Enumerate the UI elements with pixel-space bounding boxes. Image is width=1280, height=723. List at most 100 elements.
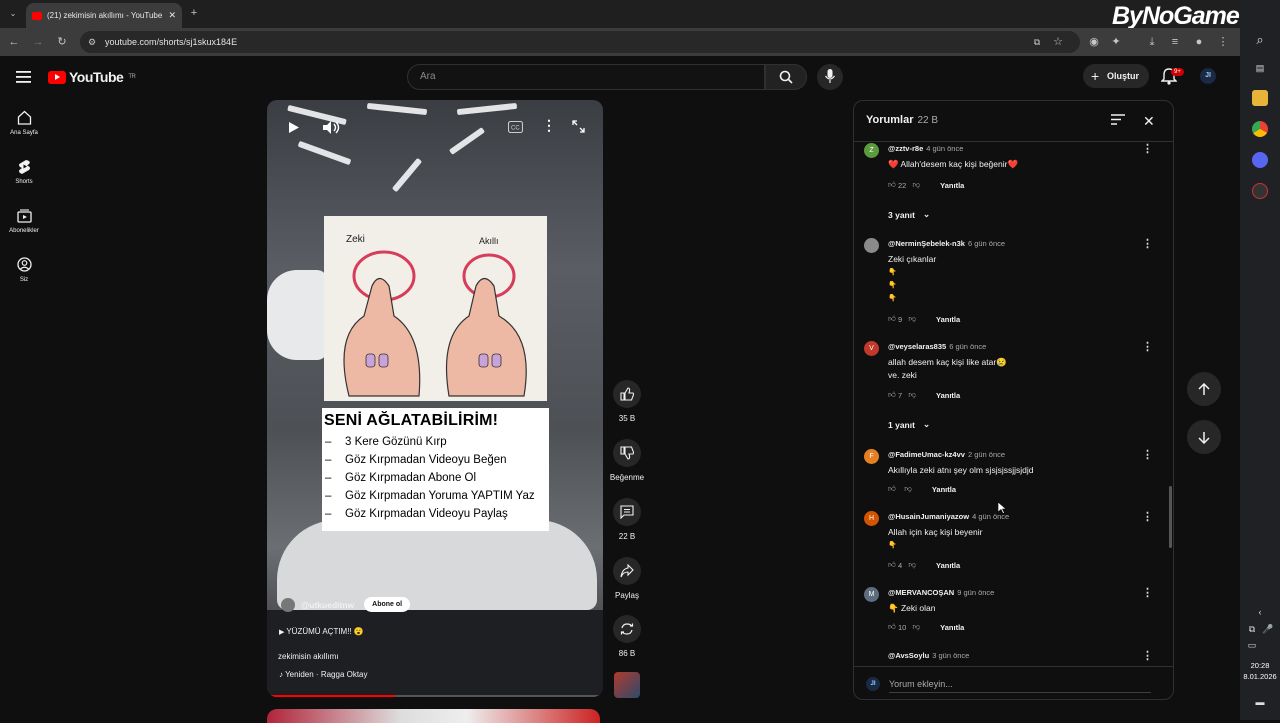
next-short-button[interactable] xyxy=(1187,420,1221,454)
download-icon[interactable]: ⤓ xyxy=(1144,34,1160,50)
comment-menu-icon[interactable]: ⋮ xyxy=(1142,142,1153,155)
comment-time[interactable]: 6 gün önce xyxy=(949,342,986,351)
notifications-icon[interactable]: ▬ xyxy=(1252,694,1268,710)
comment-avatar[interactable]: V xyxy=(864,341,879,356)
comment-avatar[interactable]: Z xyxy=(864,143,879,158)
comment-author[interactable]: @MERVANCOŞAN xyxy=(888,588,954,597)
browser-tab[interactable]: (21) zekimisin akıllımı - YouTube ✕ xyxy=(26,3,182,28)
comment-menu-icon[interactable]: ⋮ xyxy=(1142,237,1153,250)
view-replies-button[interactable]: 1 yanıt ⌄ xyxy=(888,419,930,430)
comment-avatar[interactable]: H xyxy=(864,511,879,526)
shorts-video-player[interactable]: Zeki Akıllı SENİ AĞLATABİLİRİM! –3 Kere … xyxy=(267,100,603,697)
previous-short-button[interactable] xyxy=(1187,372,1221,406)
thumbs-down-icon[interactable]: 👎︎ xyxy=(908,560,916,570)
comment-author[interactable]: @veyselaras835 xyxy=(888,342,946,351)
discord-icon[interactable] xyxy=(1252,152,1268,168)
next-short-preview[interactable] xyxy=(267,709,600,723)
thumbs-up-icon[interactable]: 👍︎ xyxy=(888,390,896,400)
menu-hamburger-icon[interactable] xyxy=(16,70,32,84)
guide-item-shorts[interactable]: Shorts xyxy=(0,159,48,185)
captions-icon[interactable]: CC xyxy=(508,121,523,133)
menu-kebab-icon[interactable]: ⋮ xyxy=(1215,34,1231,50)
thumbs-up-icon[interactable]: 👍︎ xyxy=(888,622,896,632)
comment-avatar[interactable]: F xyxy=(864,449,879,464)
install-app-icon[interactable]: ⧉ xyxy=(1029,34,1045,50)
comment-menu-icon[interactable]: ⋮ xyxy=(1142,586,1153,599)
display-icon[interactable]: ▭ xyxy=(1244,637,1260,653)
comment-time[interactable]: 3 gün önce xyxy=(932,651,969,660)
thumbs-down-icon[interactable]: 👎︎ xyxy=(913,622,921,632)
guide-item-you[interactable]: Siz xyxy=(0,257,48,283)
guide-item-home[interactable]: Ana Sayfa xyxy=(0,110,48,136)
play-icon[interactable] xyxy=(288,121,300,134)
search-icon[interactable]: ⌕ xyxy=(1252,32,1268,48)
address-bar[interactable]: ⚙ youtube.com/shorts/sj1skux184E xyxy=(80,31,1080,53)
widgets-icon[interactable]: ▤ xyxy=(1252,60,1268,76)
view-replies-button[interactable]: 3 yanıt ⌄ xyxy=(888,209,930,220)
reply-button[interactable]: Yanıtla xyxy=(936,315,960,324)
channel-name[interactable]: @utkueditnw xyxy=(301,600,354,610)
profile-icon[interactable]: ● xyxy=(1191,34,1207,50)
extensions-puzzle-icon[interactable]: ✦ xyxy=(1108,34,1124,50)
video-caption-link[interactable]: ▶ YÜZÜMÜ AÇTIM!! 😮 xyxy=(279,627,364,636)
music-link[interactable]: ♪ Yeniden · Ragga Oktay xyxy=(279,670,368,679)
youtube-logo[interactable]: YouTube TR xyxy=(48,69,136,85)
reply-button[interactable]: Yanıtla xyxy=(936,561,960,570)
forward-icon[interactable]: → xyxy=(30,34,46,50)
remix-button[interactable]: 86 B xyxy=(607,615,647,658)
subscribe-button[interactable]: Abone ol xyxy=(364,597,411,612)
voice-search-button[interactable] xyxy=(817,64,843,90)
close-icon[interactable]: ✕ xyxy=(1143,113,1155,130)
comment-time[interactable]: 9 gün önce xyxy=(957,588,994,597)
search-input[interactable]: Ara xyxy=(407,64,765,90)
extension-icon[interactable]: ◉ xyxy=(1086,34,1102,50)
dislike-button[interactable]: Beğenme xyxy=(607,439,647,482)
sort-icon[interactable] xyxy=(1111,114,1125,125)
video-progress-bar[interactable] xyxy=(267,695,603,697)
more-options-icon[interactable]: ⋮ xyxy=(542,117,556,134)
folder-icon[interactable] xyxy=(1252,90,1268,106)
reply-button[interactable]: Yanıtla xyxy=(936,391,960,400)
search-button[interactable] xyxy=(765,64,807,90)
comment-time[interactable]: 4 gün önce xyxy=(926,144,963,153)
reply-button[interactable]: Yanıtla xyxy=(940,181,964,190)
chevron-left-icon[interactable]: ‹ xyxy=(1252,604,1268,620)
tab-search-icon[interactable]: ⌄ xyxy=(5,6,21,22)
chrome-icon[interactable] xyxy=(1252,121,1268,137)
channel-avatar[interactable] xyxy=(281,597,295,612)
comments-scrollbar[interactable] xyxy=(1169,486,1172,548)
create-button[interactable]: + Oluştur xyxy=(1083,64,1149,88)
comment-menu-icon[interactable]: ⋮ xyxy=(1142,510,1153,523)
taskbar-clock[interactable]: 20:28 8.01.2026 xyxy=(1240,660,1280,682)
comment-avatar[interactable] xyxy=(864,238,879,253)
guide-item-subscriptions[interactable]: Abonelikler xyxy=(0,208,48,234)
comment-author[interactable]: @AvsSoylu xyxy=(888,651,929,660)
comments-button[interactable]: 22 B xyxy=(607,498,647,541)
comment-menu-icon[interactable]: ⋮ xyxy=(1142,340,1153,353)
reply-button[interactable]: Yanıtla xyxy=(932,485,956,494)
microphone-icon[interactable]: 🎤 xyxy=(1260,621,1276,637)
volume-icon[interactable] xyxy=(322,120,340,135)
network-icon[interactable]: ⧉ xyxy=(1244,621,1260,637)
share-button[interactable]: Paylaş xyxy=(607,557,647,600)
comment-author[interactable]: @zztv-r8e xyxy=(888,144,923,153)
bookmark-star-icon[interactable]: ☆ xyxy=(1050,34,1066,50)
reload-icon[interactable]: ↻ xyxy=(54,34,70,50)
thumbs-down-icon[interactable]: 👎︎ xyxy=(908,390,916,400)
comment-menu-icon[interactable]: ⋮ xyxy=(1142,448,1153,461)
new-tab-icon[interactable]: + xyxy=(186,5,202,21)
music-thumbnail[interactable] xyxy=(614,672,640,698)
thumbs-up-icon[interactable]: 👍︎ xyxy=(888,314,896,324)
like-button[interactable]: 35 B xyxy=(607,380,647,423)
fullscreen-icon[interactable] xyxy=(572,120,585,133)
account-avatar[interactable]: JI xyxy=(1200,68,1216,84)
comment-author[interactable]: @NerminŞebelek-n3k xyxy=(888,239,965,248)
tab-close-icon[interactable]: ✕ xyxy=(168,10,176,21)
thumbs-down-icon[interactable]: 👎︎ xyxy=(913,180,921,190)
comment-avatar[interactable]: M xyxy=(864,587,879,602)
comment-time[interactable]: 2 gün önce xyxy=(968,450,1005,459)
reply-button[interactable]: Yanıtla xyxy=(940,623,964,632)
media-control-icon[interactable]: ≡ xyxy=(1167,34,1183,50)
comment-author[interactable]: @HusainJumaniyazow xyxy=(888,512,969,521)
thumbs-down-icon[interactable]: 👎︎ xyxy=(908,314,916,324)
